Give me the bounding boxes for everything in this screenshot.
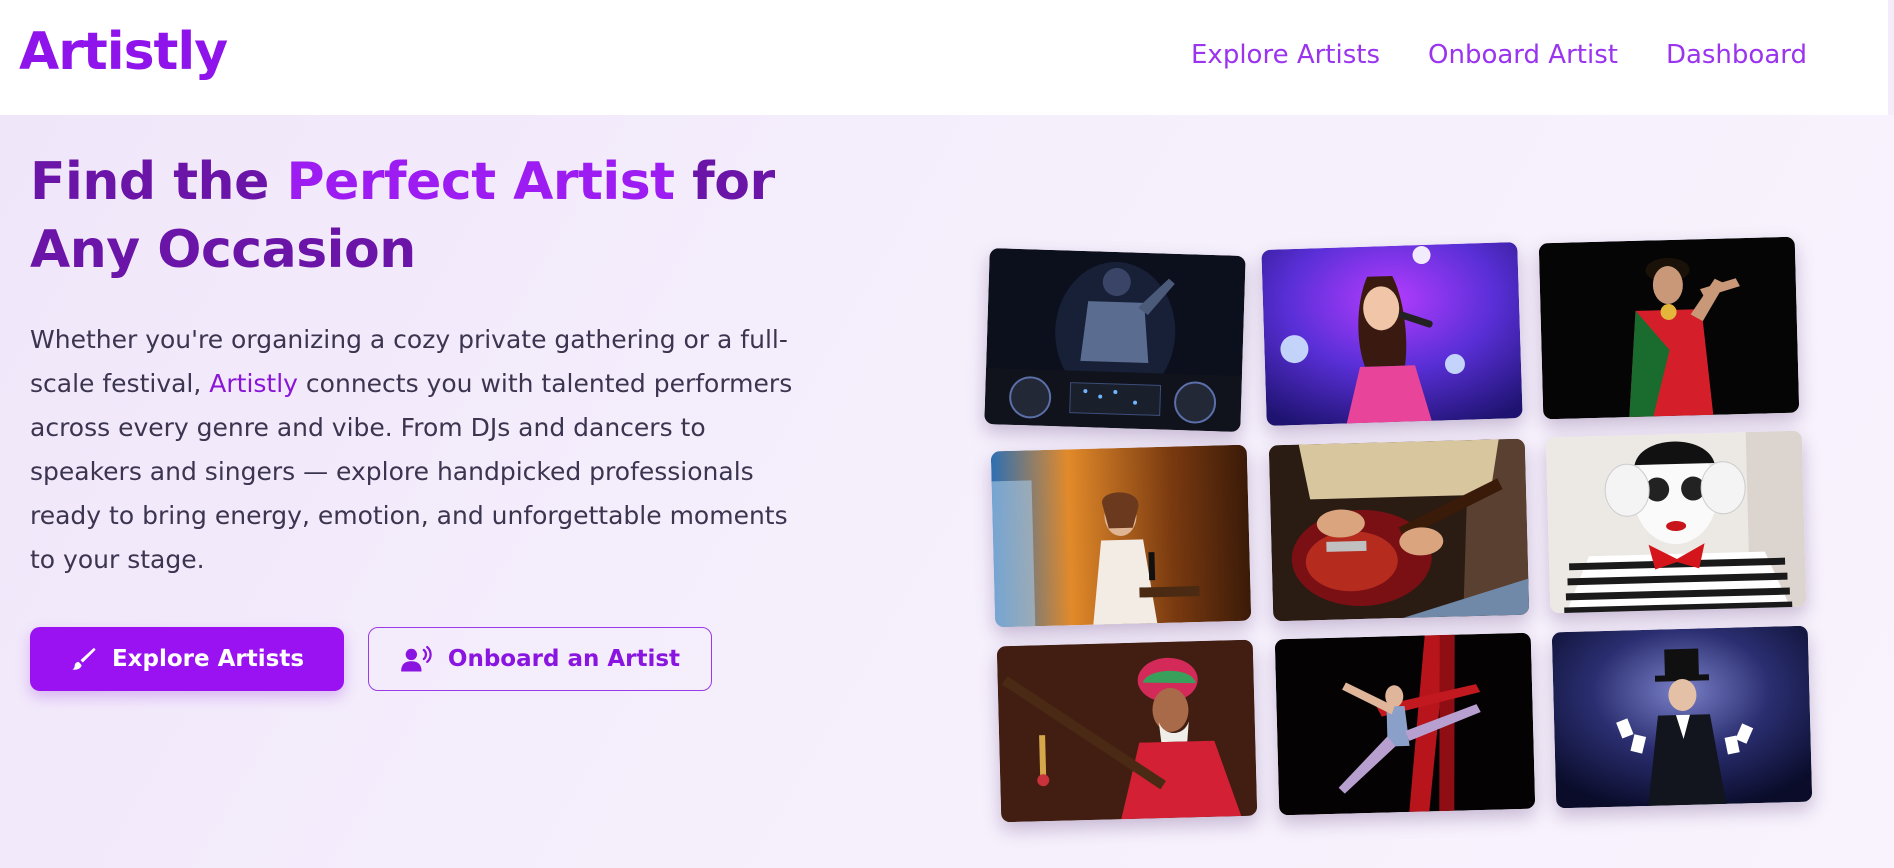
description-after: connects you with talented performers ac…	[30, 369, 793, 574]
nav-dashboard[interactable]: Dashboard	[1666, 40, 1807, 70]
explore-artists-button[interactable]: Explore Artists	[30, 627, 344, 691]
speaker-photo	[990, 444, 1252, 628]
description-brand: Artistly	[209, 369, 298, 398]
brand-logo[interactable]: Artistly	[19, 22, 228, 82]
hero-description: Whether you're organizing a cozy private…	[30, 318, 810, 582]
onboard-artist-button[interactable]: Onboard an Artist	[368, 627, 712, 691]
page: Artistly Explore Artists Onboard Artist …	[0, 0, 1894, 868]
user-voice-icon	[400, 645, 434, 673]
paintbrush-icon	[70, 645, 98, 673]
explore-artists-button-label: Explore Artists	[111, 646, 305, 672]
onboard-artist-button-label: Onboard an Artist	[447, 646, 681, 672]
aerialist-photo	[1274, 632, 1536, 816]
mime-photo	[1545, 430, 1807, 614]
nav-explore-artists[interactable]: Explore Artists	[1191, 40, 1380, 70]
headline-accent: Perfect Artist	[286, 152, 675, 212]
headline-part-1: Find the	[30, 152, 287, 212]
nav-onboard-artist[interactable]: Onboard Artist	[1428, 40, 1618, 70]
folk-musician-photo	[996, 639, 1258, 823]
classical-dancer-photo	[1538, 236, 1800, 420]
navbar: Artistly Explore Artists Onboard Artist …	[0, 0, 1888, 115]
main-nav: Explore Artists Onboard Artist Dashboard	[1191, 40, 1807, 70]
magician-photo	[1551, 625, 1813, 809]
dj-photo	[984, 248, 1246, 432]
hero-headline: Find the Perfect Artist for Any Occasion	[30, 148, 890, 284]
guitarist-photo	[1268, 438, 1530, 622]
singer-photo	[1261, 242, 1523, 426]
